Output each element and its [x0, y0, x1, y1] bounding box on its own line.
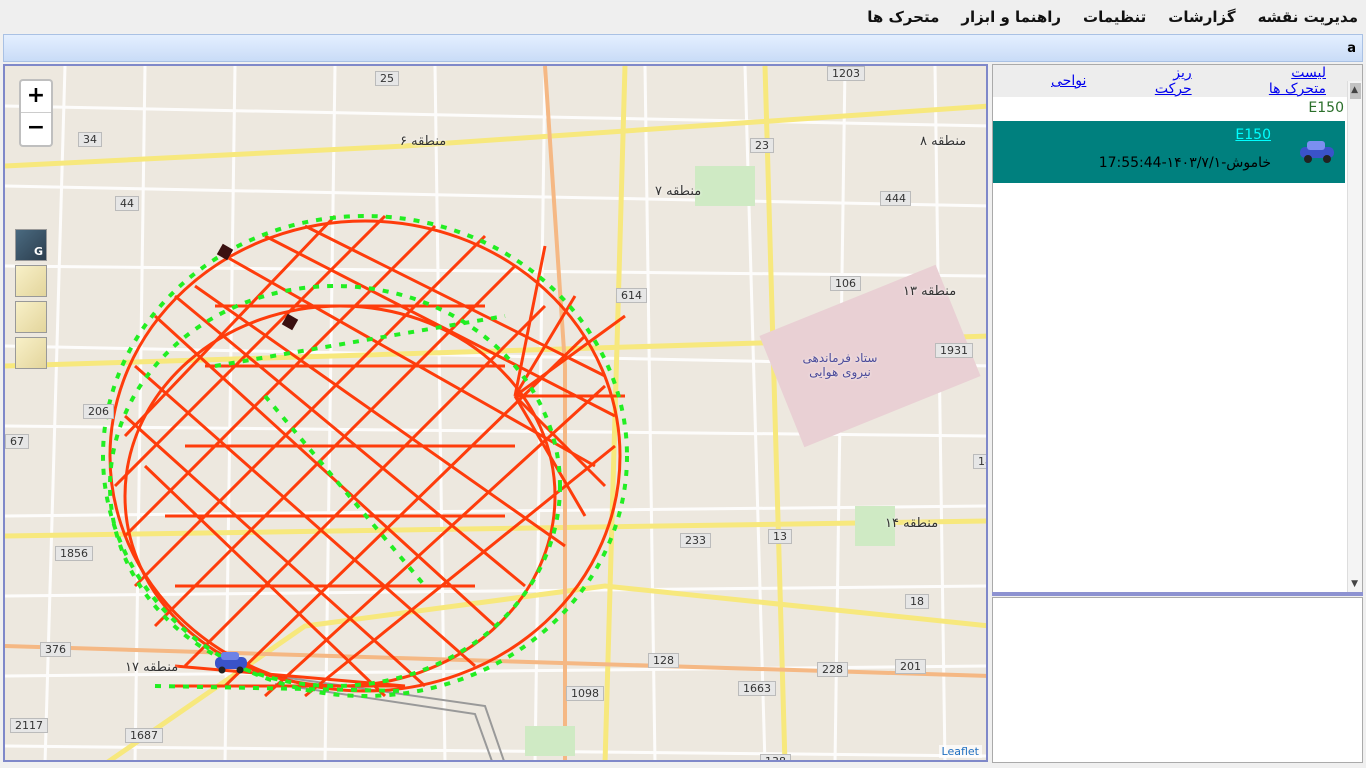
map-label: 44 [115, 196, 139, 211]
map-label: منطقه ۱۷ [125, 660, 179, 675]
map-label: 201 [895, 659, 926, 674]
car-icon [1300, 141, 1334, 163]
menu-settings[interactable]: تنظیمات [1083, 8, 1146, 26]
sidebar-tabs: لیست متحرک ها ریز حرکت نواحی [993, 65, 1362, 97]
map-label: منطقه ۶ [400, 134, 447, 149]
title-letter: a [1347, 40, 1356, 56]
map-label: 2117 [10, 718, 48, 733]
map-label: 25 [375, 71, 399, 86]
scroll-up-icon[interactable]: ▲ [1351, 85, 1358, 95]
map-label: منطقه ۱۴ [885, 516, 939, 531]
map-label: 614 [616, 288, 647, 303]
map-label: 1663 [738, 681, 776, 696]
map-label: 1203 [827, 66, 865, 81]
map-label: 13 [768, 529, 792, 544]
tab-movement-detail[interactable]: ریز حرکت [1144, 65, 1192, 97]
zoom-out-button[interactable]: − [21, 113, 51, 145]
map-label: 228 [817, 662, 848, 677]
menu-reports[interactable]: گزارشات [1168, 8, 1235, 26]
zoom-in-button[interactable]: + [21, 81, 51, 113]
layer-google-label: G [33, 245, 43, 258]
tab-vehicle-list[interactable]: لیست متحرک ها [1250, 65, 1326, 97]
layer-map-button-3[interactable] [15, 337, 47, 369]
zoom-control: + − [19, 79, 53, 147]
map-label: 1856 [55, 546, 93, 561]
layer-map-button-2[interactable] [15, 301, 47, 333]
lower-info-panel [992, 597, 1363, 763]
menu-help-tools[interactable]: راهنما و ابزار [961, 8, 1061, 26]
map-label: 181 [973, 454, 986, 469]
top-menu-bar: مدیریت نقشه گزارشات تنظیمات راهنما و ابز… [0, 0, 1366, 33]
map-label: 34 [78, 132, 102, 147]
map-tiles [5, 66, 986, 760]
map-label: 138 [760, 754, 791, 760]
map-view[interactable]: منطقه ۶ منطقه ۷ منطقه ۸ منطقه ۱۳ منطقه ۱۴ منط… [3, 64, 988, 762]
menu-vehicles[interactable]: متحرک ها [867, 8, 939, 26]
map-label: ستاد فرماندهی نیروی هوایی [802, 351, 878, 379]
map-label: منطقه ۷ [655, 184, 702, 199]
map-label: 376 [40, 642, 71, 657]
map-label: 444 [880, 191, 911, 206]
map-label: منطقه ۸ [920, 134, 967, 149]
sidebar-scrollbar[interactable]: ▲ ▼ [1347, 81, 1362, 593]
vehicle-code-link[interactable]: E150 [1235, 127, 1271, 143]
map-label: 1687 [125, 728, 163, 743]
map-label: 233 [680, 533, 711, 548]
map-label: 67 [5, 434, 29, 449]
layer-google-button[interactable]: G [15, 229, 47, 261]
map-label: 23 [750, 138, 774, 153]
map-label: 106 [830, 276, 861, 291]
map-label: 1098 [566, 686, 604, 701]
vehicle-sidebar: لیست متحرک ها ریز حرکت نواحی E150 E150 خ… [992, 64, 1363, 594]
menu-map-management[interactable]: مدیریت نقشه [1258, 8, 1358, 26]
map-label: منطقه ۱۳ [903, 284, 957, 299]
layer-map-button-1[interactable] [15, 265, 47, 297]
map-label: 206 [83, 404, 114, 419]
panel-divider[interactable] [992, 592, 1363, 596]
layer-switcher: G [15, 229, 49, 373]
map-label: 1931 [935, 343, 973, 358]
leaflet-attribution[interactable]: Leaflet [938, 745, 982, 758]
map-label: 18 [905, 594, 929, 609]
scroll-down-icon[interactable]: ▼ [1351, 579, 1358, 589]
vehicle-group-title: E150 [1308, 100, 1344, 116]
vehicle-status: خاموش-۱۴۰۳/۷/۱-17:55:44 [1098, 155, 1271, 171]
map-label: 128 [648, 653, 679, 668]
vehicle-list-item[interactable]: E150 خاموش-۱۴۰۳/۷/۱-17:55:44 [993, 121, 1345, 183]
window-title-bar: a [3, 34, 1363, 62]
tab-zones[interactable]: نواحی [1051, 73, 1086, 89]
